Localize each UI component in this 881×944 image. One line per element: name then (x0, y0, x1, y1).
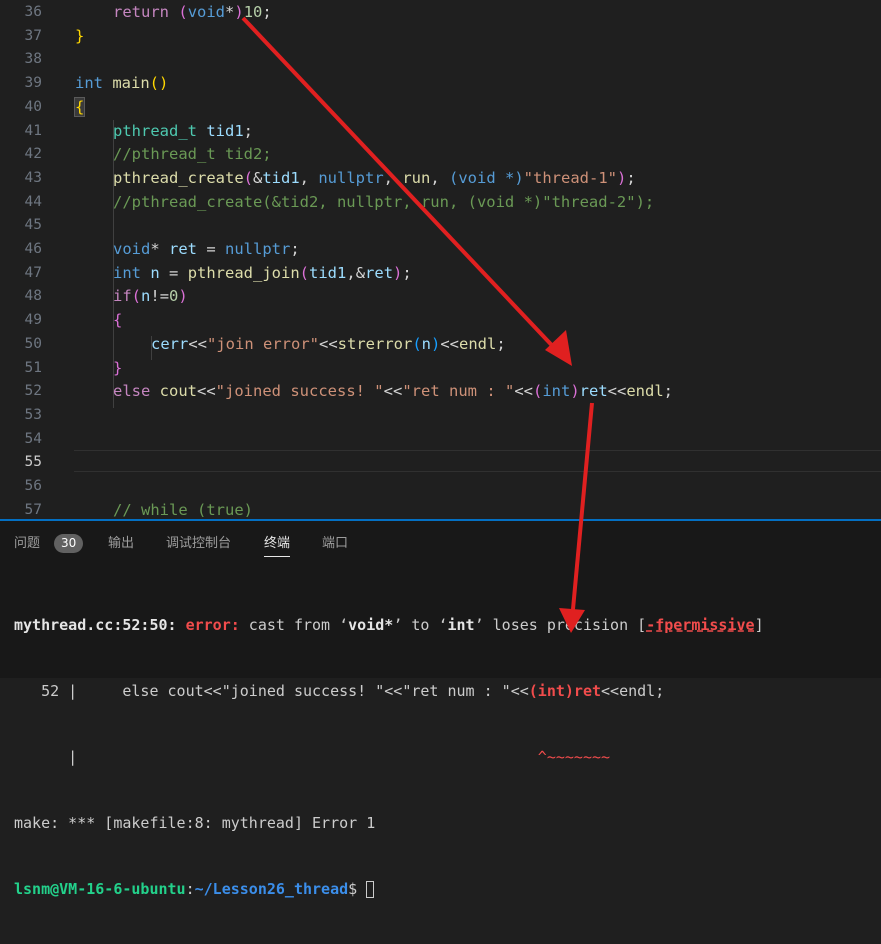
annotation-arrows (241, 16, 594, 633)
shell-prompt[interactable]: lsnm@VM-16-6-ubuntu:~/Lesson26_thread$ (14, 878, 764, 900)
annotation-arrow-1 (241, 16, 565, 359)
annotation-arrow-2 (570, 402, 594, 621)
marker-line: | ^~~~~~~~ (14, 748, 611, 766)
source-line: 52 | else cout<<"joined success! "<<"ret… (14, 682, 665, 700)
annotation-arrowhead-1 (545, 330, 572, 366)
annotation-arrowhead-2 (559, 608, 585, 633)
make-error-line: make: *** [makefile:8: mythread] Error 1 (14, 814, 376, 832)
terminal-cursor (366, 881, 375, 898)
